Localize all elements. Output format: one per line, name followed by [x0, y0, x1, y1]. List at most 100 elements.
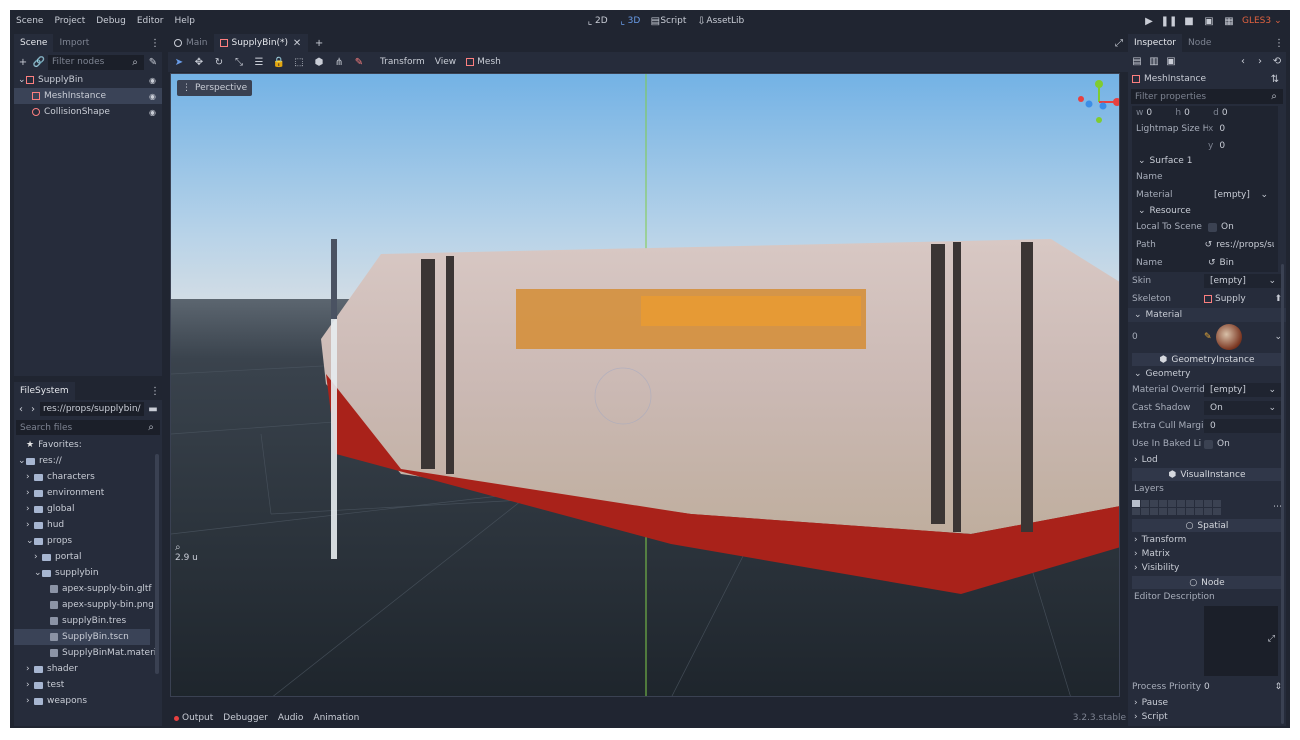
play-icon[interactable]: ▶ [1142, 14, 1156, 28]
resource-section[interactable]: ⌄ Resource [1132, 204, 1278, 218]
resource-path-field[interactable]: ↺ res://props/su [1205, 240, 1274, 250]
size-d-field[interactable]: 0 [1222, 108, 1248, 118]
new-resource-icon[interactable]: ▤ [1130, 54, 1144, 68]
layer-cell[interactable] [1141, 499, 1149, 507]
view-toggle-icon[interactable]: ▬ [146, 402, 160, 416]
layer-cell[interactable] [1195, 499, 1203, 507]
tab-animation[interactable]: Animation [313, 713, 359, 723]
file-item[interactable]: SupplyBinMat.materi [14, 645, 162, 661]
renderer-select[interactable]: GLES3 ⌄ [1242, 16, 1282, 26]
extra-cull-margin-field[interactable]: 0 [1204, 419, 1282, 433]
folder-item[interactable]: › environment [14, 485, 162, 501]
save-resource-icon[interactable]: ▣ [1164, 54, 1178, 68]
chevron-icon[interactable]: ⌄ [26, 536, 34, 546]
list-select-icon[interactable]: ☰ [252, 55, 266, 69]
layer-cell[interactable] [1132, 499, 1140, 507]
close-icon[interactable]: ✕ [292, 36, 302, 50]
layer-cell[interactable] [1177, 499, 1185, 507]
lightmap-x-field[interactable]: 0 [1219, 124, 1225, 134]
property-filter-input[interactable]: Filter properties ⌕ [1131, 89, 1283, 104]
folder-item[interactable]: › global [14, 501, 162, 517]
tab-filesystem[interactable]: FileSystem [14, 382, 75, 400]
size-w-field[interactable]: 0 [1146, 108, 1172, 118]
script-section[interactable]: › Script [1128, 710, 1286, 724]
transform-section[interactable]: › Transform [1128, 533, 1286, 547]
folder-item[interactable]: › shader [14, 661, 162, 677]
chevron-icon[interactable]: › [26, 680, 34, 690]
tab-supplybin[interactable]: SupplyBin(*) ✕ [213, 34, 309, 52]
scene-node-supplybin[interactable]: ⌄ SupplyBin ◉ [14, 72, 162, 88]
editor-description-field[interactable]: ⤢ [1204, 606, 1278, 676]
skin-field[interactable]: [empty] ⌄ [1204, 274, 1282, 288]
path-field[interactable]: res://props/supplybin/S [40, 402, 144, 416]
layer-cell[interactable] [1168, 507, 1176, 515]
file-item[interactable]: supplyBin.tres [14, 613, 162, 629]
file-item[interactable]: SupplyBin.tscn [14, 629, 150, 645]
scene-node-meshinstance[interactable]: MeshInstance ◉ [14, 88, 162, 104]
layers-grid[interactable] [1132, 499, 1221, 515]
geometry-section[interactable]: ⌄ Geometry [1128, 367, 1286, 381]
group-icon[interactable]: ⬚ [292, 55, 306, 69]
link-icon[interactable]: 🔗 [32, 55, 46, 69]
layer-cell[interactable] [1186, 499, 1194, 507]
transform-menu[interactable]: Transform [380, 57, 425, 67]
folder-item[interactable]: ⌄ props [14, 533, 162, 549]
scale-icon[interactable]: ⤡ [232, 55, 246, 69]
material-override-field[interactable]: [empty] ⌄ [1204, 383, 1282, 397]
size-h-field[interactable]: 0 [1184, 108, 1210, 118]
dock-menu-icon[interactable]: ⋮ [148, 384, 162, 398]
tab-inspector[interactable]: Inspector [1128, 34, 1182, 52]
folder-item[interactable]: › weapons [14, 693, 162, 709]
surface-name-field[interactable] [1208, 170, 1274, 184]
dock-menu-icon[interactable]: ⋮ [148, 36, 162, 50]
folder-item[interactable]: › hud [14, 517, 162, 533]
play-scene-icon[interactable]: ▣ [1202, 14, 1216, 28]
visibility-eye-icon[interactable]: ◉ [149, 92, 156, 101]
history-back-icon[interactable]: ‹ [1236, 54, 1250, 68]
visibility-eye-icon[interactable]: ◉ [149, 76, 156, 85]
local-space-icon[interactable]: ⬢ [312, 55, 326, 69]
scene-node-collisionshape[interactable]: CollisionShape ◉ [14, 104, 162, 120]
layer-cell[interactable] [1177, 507, 1185, 515]
matrix-section[interactable]: › Matrix [1128, 547, 1286, 561]
mesh-menu[interactable]: Mesh [466, 57, 501, 67]
chevron-icon[interactable]: ⌄ [34, 568, 42, 578]
process-priority-field[interactable]: 0 ⇕ [1204, 682, 1282, 692]
lightmap-y-field[interactable]: 0 [1219, 141, 1225, 151]
layer-cell[interactable] [1213, 507, 1221, 515]
menu-editor[interactable]: Editor [137, 16, 164, 26]
layer-cell[interactable] [1186, 507, 1194, 515]
folder-item[interactable]: › portal [14, 549, 162, 565]
file-item[interactable]: apex-supply-bin.gltf [14, 581, 162, 597]
tab-main[interactable]: Main [168, 34, 214, 52]
visibility-eye-icon[interactable]: ◉ [149, 108, 156, 117]
stop-icon[interactable]: ■ [1182, 14, 1196, 28]
chevron-icon[interactable]: › [26, 504, 34, 514]
lod-section[interactable]: › Lod [1128, 453, 1286, 467]
chevron-down-icon[interactable]: ⌄ [18, 75, 26, 85]
workspace-3d-button[interactable]: ⌞ 3D [618, 14, 640, 28]
menu-help[interactable]: Help [175, 16, 196, 26]
visibility-section[interactable]: › Visibility [1128, 561, 1286, 575]
chevron-icon[interactable]: › [26, 520, 34, 530]
dock-menu-icon[interactable]: ⋮ [1272, 36, 1286, 50]
history-forward-icon[interactable]: › [1253, 54, 1267, 68]
select-icon[interactable]: ➤ [172, 55, 186, 69]
res-root-item[interactable]: ⌄ res:// [14, 453, 162, 469]
tab-audio[interactable]: Audio [278, 713, 304, 723]
surface-material-field[interactable]: [empty] ⌄ [1208, 188, 1274, 202]
scene-filter-input[interactable]: Filter nodes ⌕ [48, 54, 144, 70]
pause-section[interactable]: › Pause [1128, 696, 1286, 710]
layer-cell[interactable] [1159, 499, 1167, 507]
layer-cell[interactable] [1204, 499, 1212, 507]
script-attach-icon[interactable]: ✎ [146, 55, 160, 69]
chevron-icon[interactable]: › [26, 488, 34, 498]
move-icon[interactable]: ✥ [192, 55, 206, 69]
layer-cell[interactable] [1141, 507, 1149, 515]
layer-cell[interactable] [1150, 499, 1158, 507]
rotate-icon[interactable]: ↻ [212, 55, 226, 69]
play-custom-scene-icon[interactable]: ▦ [1222, 14, 1236, 28]
file-scrollbar[interactable] [155, 454, 159, 674]
tab-scene[interactable]: Scene [14, 34, 54, 52]
layer-cell[interactable] [1204, 507, 1212, 515]
